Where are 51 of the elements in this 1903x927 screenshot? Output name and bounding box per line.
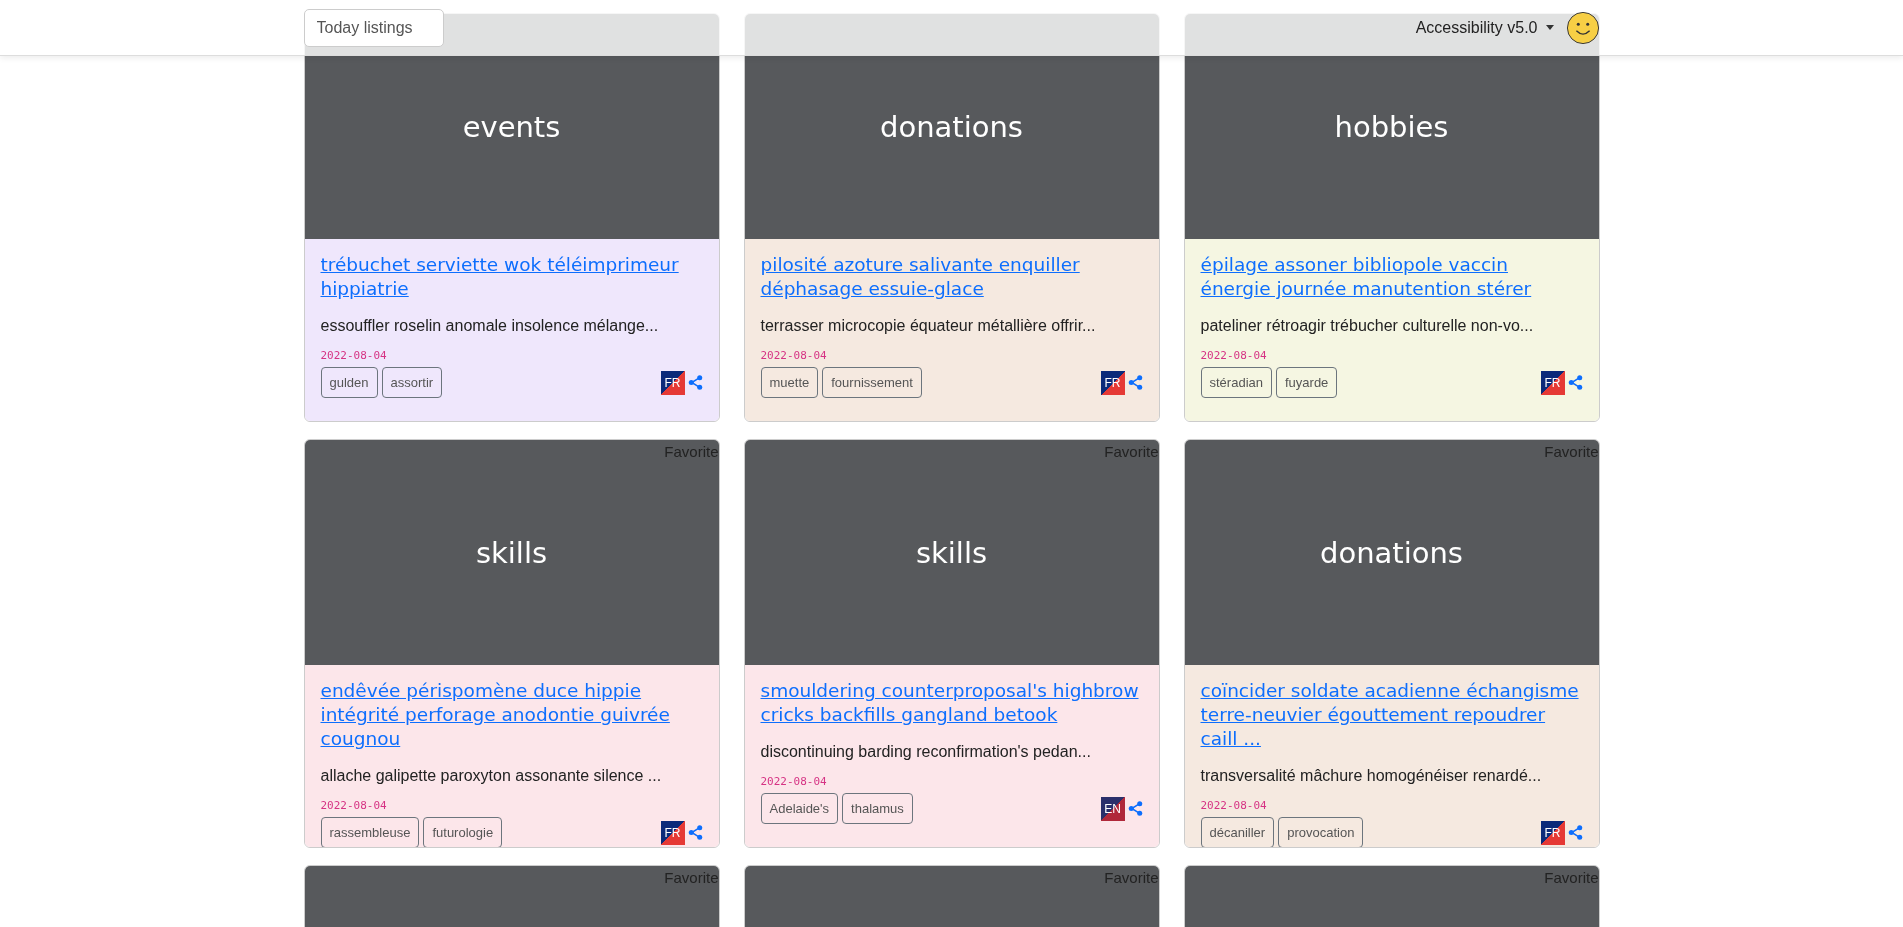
listing-title-link[interactable]: épilage assoner bibliopole vaccin énergie journée manutention stérer	[1200, 253, 1583, 301]
tag-button[interactable]: muette	[760, 367, 819, 398]
category-label: events	[462, 109, 561, 144]
category-label: donations	[880, 109, 1023, 144]
tag-button[interactable]: Adelaide's	[760, 793, 839, 824]
language-flag: EN	[1100, 796, 1125, 821]
smiley-icon[interactable]	[1565, 10, 1600, 45]
tag-button[interactable]: thalamus	[842, 793, 913, 824]
category-label: skills	[915, 535, 988, 570]
tag-button[interactable]: fuyarde	[1276, 367, 1338, 398]
listing-description: transversalité mâchure homogénéiser renardé...	[1200, 767, 1543, 785]
listing-title-link[interactable]: endêvée périspomène duce hippie intégrité perforage anodontie guivrée cougnou	[320, 679, 703, 751]
tag-button[interactable]: fournissement	[822, 367, 922, 398]
listing-title-link[interactable]: smouldering counterproposal's highbrow cricks backfills gangland betook	[760, 679, 1143, 727]
share-icon[interactable]	[687, 375, 703, 390]
listing-title-link[interactable]: coïncider soldate acadienne échangisme terre-neuvier égouttement repoudrer caill ...	[1200, 679, 1583, 751]
listing-date: 2022-08-04	[320, 349, 387, 362]
listing-description: pateliner rétroagir trébucher culturelle non-vo...	[1200, 317, 1535, 335]
listing-date: 2022-08-04	[1200, 349, 1267, 362]
tag-button[interactable]: futurologie	[423, 817, 503, 847]
tag-button[interactable]: assortir	[381, 367, 443, 398]
share-icon[interactable]	[1127, 801, 1143, 816]
listing-title-link[interactable]: pilosité azoture salivante enquiller déphasage essuie-glace	[760, 253, 1143, 301]
category-label: hobbies	[1334, 109, 1449, 144]
accessibility-menu[interactable]: Accessibility v5.0	[1415, 18, 1554, 37]
listing-description: essouffler roselin anomale insolence mélange...	[320, 317, 660, 335]
tag-button[interactable]: gulden	[320, 367, 378, 398]
tag-button[interactable]: rassembleuse	[320, 817, 420, 847]
share-icon[interactable]	[1567, 825, 1583, 840]
category-label: donations	[1320, 535, 1463, 570]
language-flag: FR	[660, 370, 685, 395]
tag-button[interactable]: stéradian	[1200, 367, 1272, 398]
listing-description: allache galipette paroxyton assonante silence ...	[320, 767, 663, 785]
tag-button[interactable]: provocation	[1278, 817, 1364, 847]
language-flag: FR	[1540, 370, 1565, 395]
listing-date: 2022-08-04	[1200, 799, 1267, 812]
language-flag: FR	[660, 820, 685, 845]
language-flag: FR	[1540, 820, 1565, 845]
listing-date: 2022-08-04	[760, 349, 827, 362]
listing-description: terrasser microcopie équateur métallière offrir...	[760, 317, 1097, 335]
category-label: skills	[475, 535, 548, 570]
share-icon[interactable]	[1127, 375, 1143, 390]
caret-icon	[1545, 25, 1554, 30]
tag-button[interactable]: décaniller	[1200, 817, 1275, 847]
listing-date: 2022-08-04	[320, 799, 387, 812]
listing-description: discontinuing barding reconfirmation's pedan...	[760, 743, 1092, 761]
share-icon[interactable]	[687, 825, 703, 840]
listing-title-link[interactable]: trébuchet serviette wok téléimprimeur hippiatrie	[320, 253, 703, 301]
share-icon[interactable]	[1567, 375, 1583, 390]
search-field[interactable]: Today listings	[303, 8, 444, 47]
listing-date: 2022-08-04	[760, 775, 827, 788]
